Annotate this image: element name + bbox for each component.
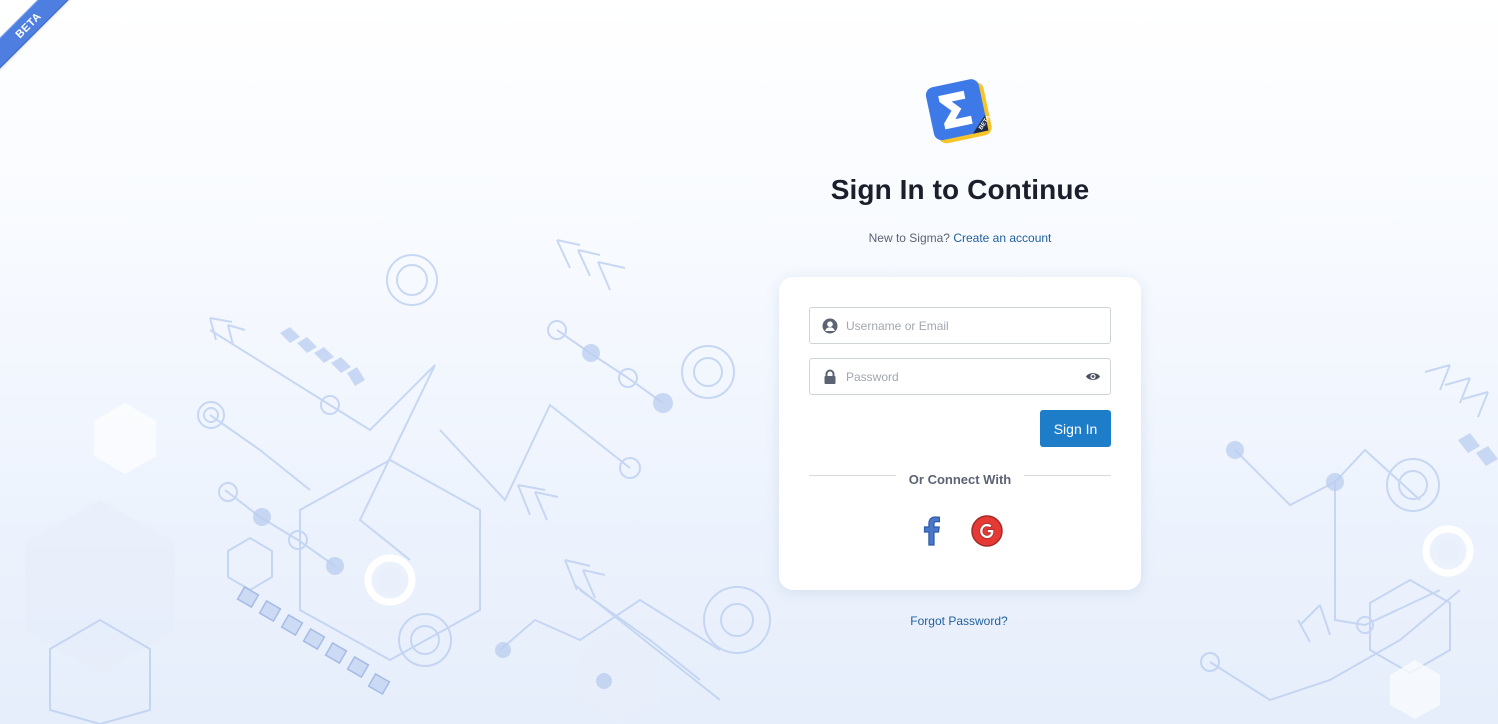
sigma-logo-icon: BETA bbox=[925, 79, 992, 144]
password-input[interactable] bbox=[846, 359, 1076, 394]
password-field[interactable] bbox=[809, 358, 1111, 395]
signup-prompt-text: New to Sigma? bbox=[868, 231, 950, 245]
sign-in-button[interactable]: Sign In bbox=[1040, 410, 1111, 447]
show-password-icon[interactable] bbox=[1085, 370, 1101, 383]
login-card: Sign In Or Connect With bbox=[779, 277, 1141, 590]
create-account-link[interactable]: Create an account bbox=[953, 231, 1051, 245]
lock-icon bbox=[824, 369, 836, 384]
user-icon bbox=[822, 318, 838, 334]
forgot-password-link[interactable]: Forgot Password? bbox=[859, 614, 1059, 628]
connect-with-label: Or Connect With bbox=[896, 472, 1024, 487]
username-input[interactable] bbox=[846, 308, 1076, 343]
username-field[interactable] bbox=[809, 307, 1111, 344]
facebook-icon[interactable] bbox=[915, 514, 949, 548]
sigma-logo: BETA bbox=[924, 78, 996, 146]
google-icon[interactable] bbox=[970, 514, 1004, 548]
background-decoration bbox=[25, 239, 1498, 724]
page-title: Sign In to Continue bbox=[830, 174, 1090, 205]
signup-prompt: New to Sigma? Create an account bbox=[749, 231, 1171, 245]
beta-ribbon: BETA bbox=[0, 0, 86, 83]
